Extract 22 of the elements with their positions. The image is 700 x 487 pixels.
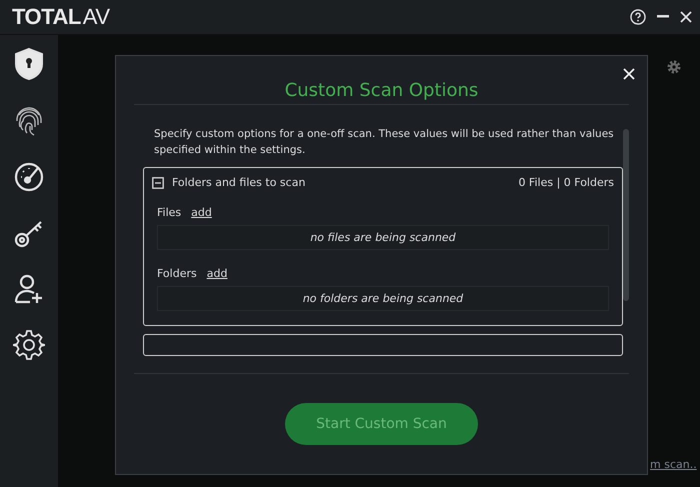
fingerprint-icon[interactable]	[14, 105, 44, 137]
close-icon[interactable]	[680, 11, 692, 23]
list-label: Files	[157, 206, 182, 219]
add-link[interactable]: add	[206, 267, 228, 280]
minimize-icon[interactable]	[657, 15, 669, 19]
app-logo: TOTALAV	[12, 4, 110, 30]
speedometer-icon[interactable]	[13, 161, 45, 193]
help-icon[interactable]	[630, 9, 646, 25]
group-summary: 0 Files | 0 Folders	[518, 176, 614, 189]
shield-icon[interactable]	[13, 47, 45, 81]
empty-list: no folders are being scanned	[157, 286, 609, 311]
empty-list: no files are being scanned	[157, 225, 609, 250]
add-link[interactable]: add	[191, 206, 212, 219]
dialog-title: Custom Scan Options	[284, 80, 480, 103]
description: Specify custom options for a one-off scan. These values will be used rather than values specified within the settings.	[154, 127, 615, 158]
list-label: Folders	[157, 267, 197, 280]
group-title: Folders and files to scan	[172, 176, 306, 189]
add-user-icon[interactable]	[13, 273, 45, 305]
close-icon[interactable]	[623, 68, 635, 80]
scan-link[interactable]: m scan..	[650, 458, 697, 471]
collapse-icon[interactable]	[152, 176, 164, 188]
scrollbar[interactable]	[623, 129, 629, 301]
